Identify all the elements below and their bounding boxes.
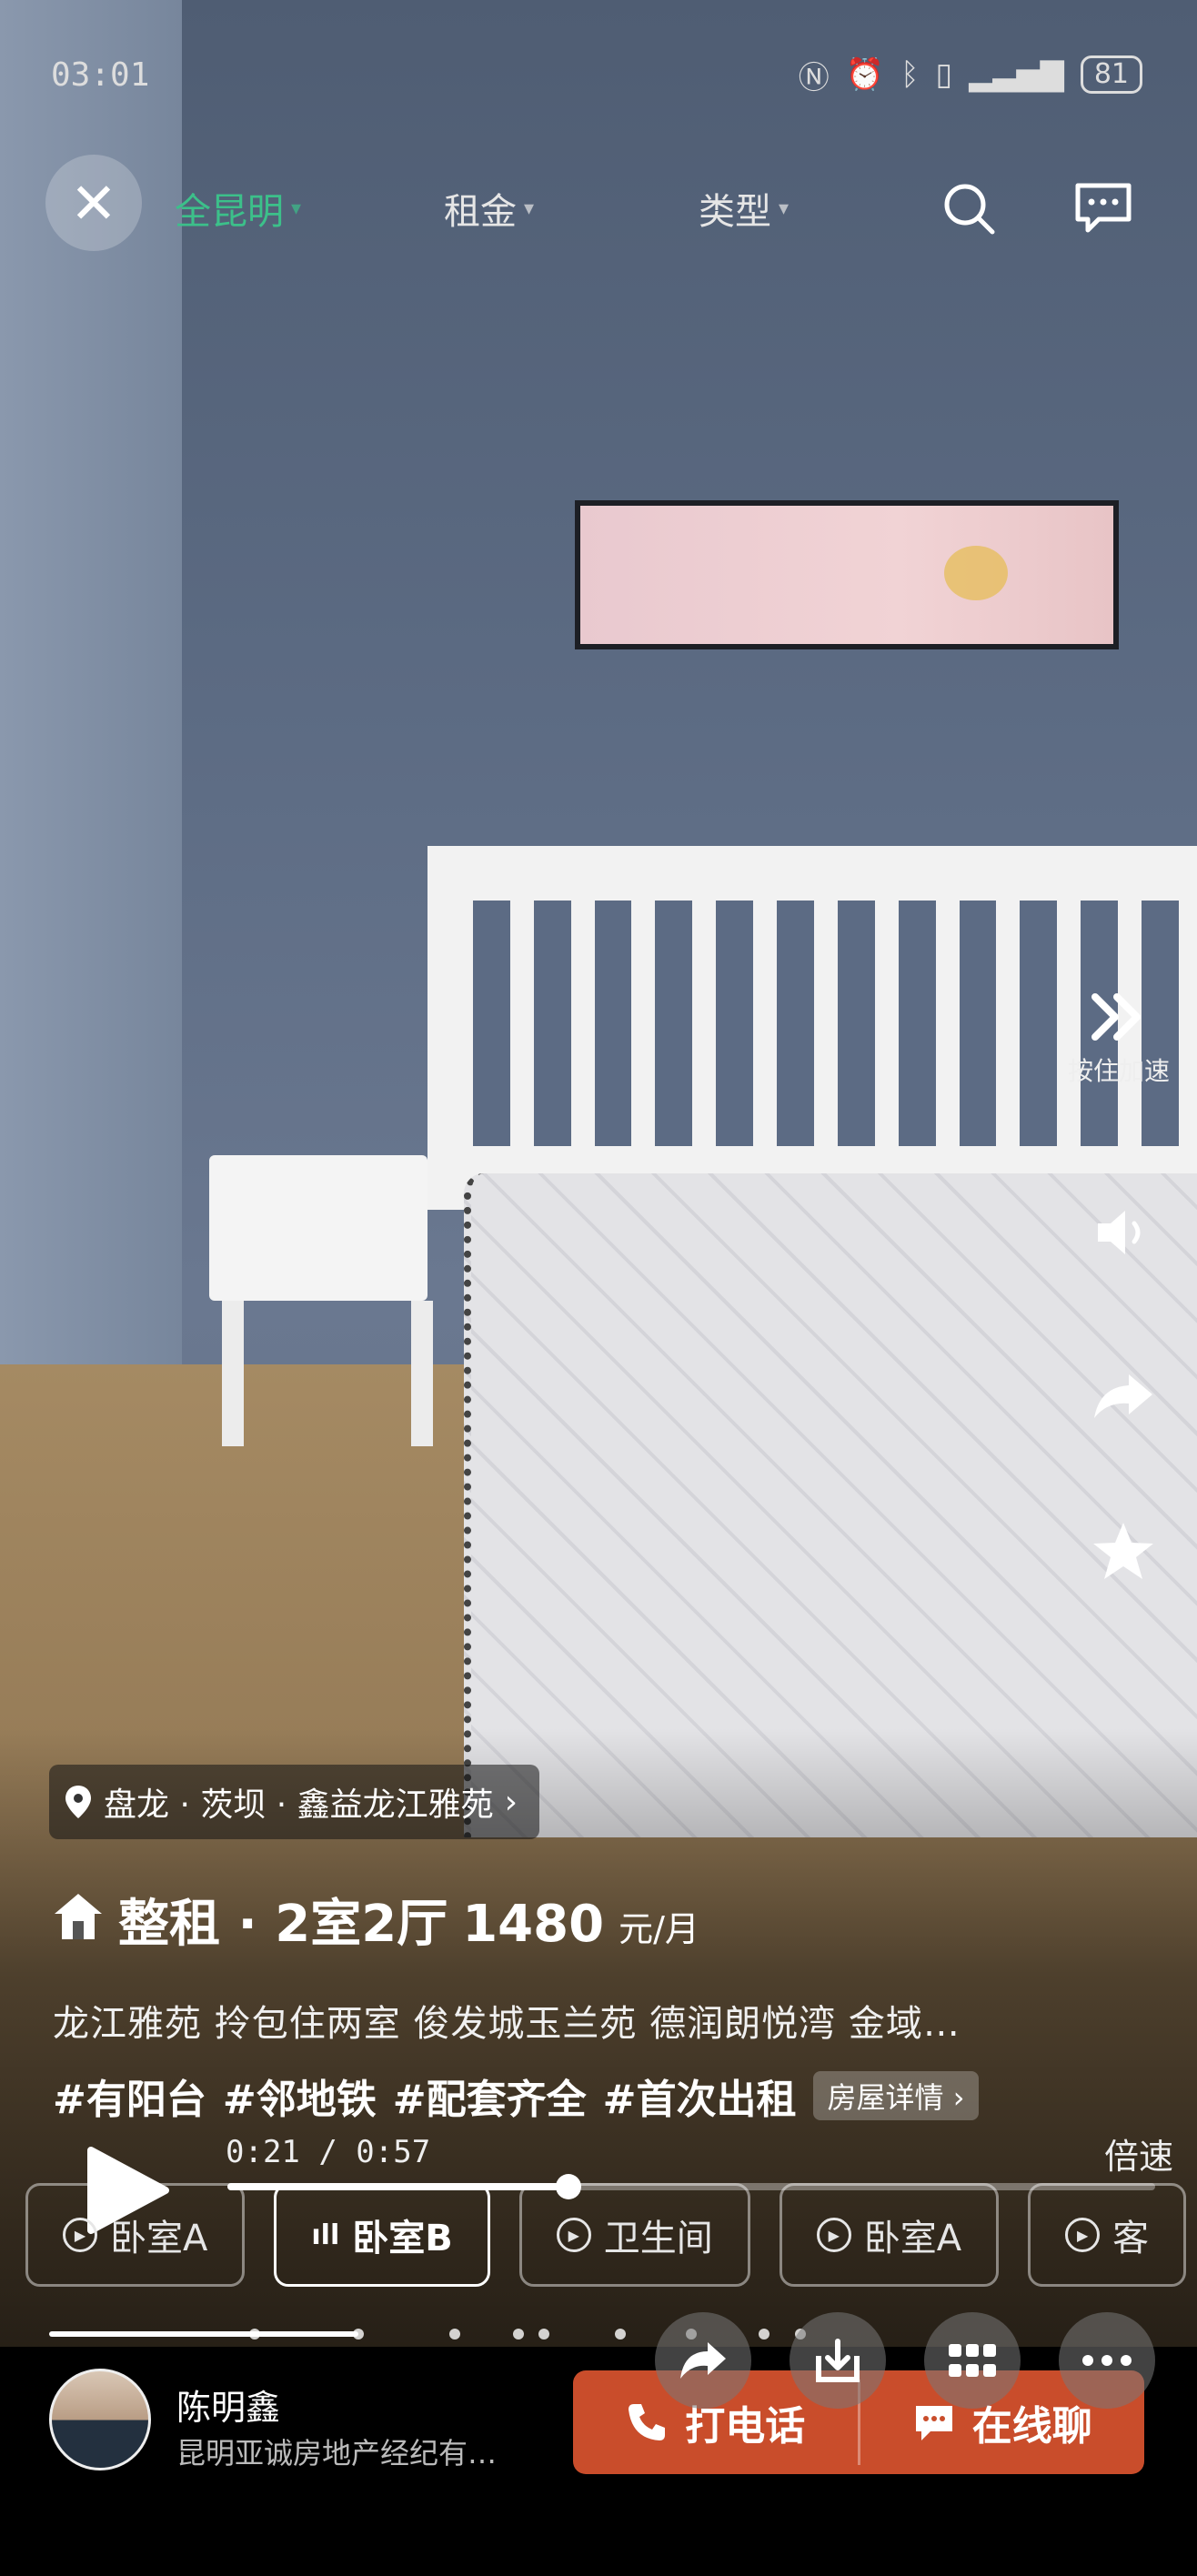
share-fab[interactable] [655, 2312, 751, 2409]
house-detail-button[interactable]: 房屋详情 › [812, 2071, 980, 2120]
message-button[interactable] [1071, 176, 1135, 240]
floating-action-buttons [655, 2312, 1155, 2409]
chevron-down-icon: ▾ [291, 196, 302, 220]
house-icon [55, 1894, 102, 1939]
chevron-right-icon: › [504, 1783, 518, 1821]
more-fab[interactable] [1059, 2312, 1155, 2409]
chat-icon [1075, 183, 1132, 233]
agent-name: 陈明鑫 [176, 2388, 281, 2428]
playback-speed-button[interactable]: 倍速 [1104, 2128, 1173, 2179]
chapter-label: 卫生间 [603, 2218, 713, 2259]
listing-description[interactable]: 龙江雅苑 拎包住两室 俊发城玉兰苑 德润朗悦湾 金域… [53, 1994, 961, 2047]
share-icon [1094, 1374, 1152, 1418]
fast-forward-button[interactable]: 按住加速 [1068, 991, 1170, 1088]
tag-item[interactable]: #有阳台 [53, 2067, 206, 2125]
chevron-down-icon: ▾ [779, 196, 790, 220]
agent-company: 昆明亚诚房地产经纪有… [176, 2436, 498, 2470]
fast-forward-label: 按住加速 [1067, 1056, 1170, 1086]
listing-price: 1480 [462, 1895, 605, 1954]
play-circle-icon: ▶ [556, 2218, 591, 2252]
filter-city[interactable]: 全昆明 ▾ [175, 182, 301, 235]
tag-item[interactable]: #首次出租 [603, 2067, 797, 2125]
more-icon [1082, 2355, 1132, 2366]
chapter-chip-active[interactable]: ıll 卧室B [274, 2183, 490, 2287]
chapter-list: ▶ 卧室A ıll 卧室B ▶ 卫生间 ▶ 卧室A ▶ 客 [25, 2183, 1197, 2290]
grid-fab[interactable] [924, 2312, 1021, 2409]
share-side-button[interactable] [1082, 1355, 1164, 1437]
filter-rent-label: 租金 [444, 191, 517, 233]
nfc-icon: Ⓝ [798, 59, 830, 96]
volume-button[interactable] [1082, 1192, 1164, 1273]
filter-city-label: 全昆明 [175, 191, 284, 233]
tag-item[interactable]: #邻地铁 [223, 2067, 377, 2125]
download-fab[interactable] [790, 2312, 886, 2409]
chapter-chip[interactable]: ▶ 卫生间 [518, 2183, 750, 2287]
filter-type[interactable]: 类型 ▾ [699, 182, 789, 235]
house-detail-label: 房屋详情 [827, 2080, 944, 2115]
location-pin-icon [65, 1786, 91, 1818]
chapter-chip[interactable]: ▶ 卧室A [25, 2183, 246, 2287]
chapter-chip[interactable]: ▶ 客 [1028, 2183, 1187, 2287]
top-navigation: ✕ 全昆明 ▾ 租金 ▾ 类型 ▾ [45, 155, 1152, 264]
equalizer-icon: ıll [311, 2219, 340, 2251]
alarm-icon: ⏰ [845, 56, 885, 93]
location-text: 盘龙 · 茨坝 · 鑫益龙江雅苑 [104, 1786, 494, 1824]
close-button[interactable]: ✕ [45, 155, 142, 251]
download-icon [816, 2339, 860, 2382]
status-time: 03:01 [51, 55, 150, 94]
play-circle-icon: ▶ [63, 2218, 97, 2252]
status-bar: 03:01 Ⓝ ⏰ ᛒ ▯ ▂▃▅▇ 81 [51, 47, 1142, 102]
wall-painting [575, 500, 1119, 649]
agent-avatar[interactable] [49, 2369, 151, 2470]
favorite-button[interactable] [1082, 1510, 1164, 1592]
listing-title: 整租 · 2室2厅 [118, 1895, 448, 1954]
tag-item[interactable]: #配套齐全 [393, 2067, 587, 2125]
play-circle-icon: ▶ [1065, 2218, 1101, 2252]
battery-indicator: 81 [1080, 55, 1142, 94]
fast-forward-icon [1091, 993, 1141, 1041]
signal-icon: ▂▃▅▇ [969, 56, 1064, 93]
star-icon [1093, 1523, 1153, 1579]
tag-list: #有阳台 #邻地铁 #配套齐全 #首次出租 房屋详情 › [53, 2067, 980, 2125]
grid-icon [949, 2344, 996, 2377]
nightstand [209, 1155, 428, 1301]
location-tag[interactable]: 盘龙 · 茨坝 · 鑫益龙江雅苑 › [49, 1765, 540, 1839]
search-button[interactable] [937, 176, 1001, 240]
vibrate-icon: ▯ [935, 56, 953, 93]
bluetooth-icon: ᛒ [900, 56, 920, 93]
filter-rent[interactable]: 租金 ▾ [444, 182, 534, 235]
search-icon [944, 184, 995, 235]
play-circle-icon: ▶ [816, 2218, 851, 2252]
share-icon [680, 2342, 726, 2379]
price-unit: 元/月 [619, 1909, 699, 1949]
listing-title-row: 整租 · 2室2厅 1480 元/月 [53, 1883, 699, 1957]
chevron-down-icon: ▾ [524, 196, 535, 220]
speaker-icon [1098, 1211, 1141, 1254]
chapter-label: 卧室A [863, 2218, 962, 2259]
chapter-label: 客 [1112, 2218, 1150, 2259]
filter-type-label: 类型 [699, 191, 771, 233]
chapter-chip[interactable]: ▶ 卧室A [779, 2183, 1000, 2287]
chapter-label: 卧室B [352, 2218, 453, 2259]
close-icon: ✕ [70, 169, 117, 236]
video-timecode: 0:21 / 0:57 [226, 2134, 431, 2170]
chapter-label: 卧室A [110, 2218, 208, 2259]
